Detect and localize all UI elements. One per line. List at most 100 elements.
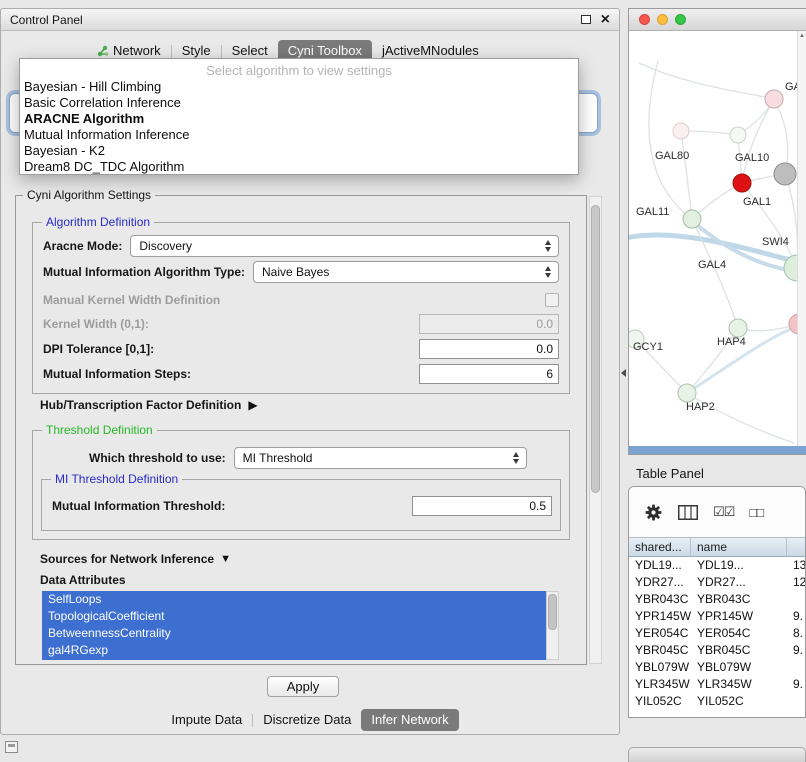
tab-infer-network[interactable]: Infer Network [361, 709, 458, 731]
table-body: YDL19... YDL19... 13 YDR27... YDR27... 1… [629, 557, 805, 710]
data-attributes-list[interactable]: SelfLoops TopologicalCoefficient Between… [42, 591, 546, 660]
expand-right-icon: ▶ [248, 398, 257, 412]
node-label-gal80[interactable]: GAL80 [655, 150, 689, 162]
node-label-gal10[interactable]: GAL10 [735, 152, 769, 164]
control-panel-title: Control Panel [10, 13, 83, 27]
panel-splitter[interactable] [620, 8, 628, 735]
node-label-hap4[interactable]: HAP4 [717, 336, 746, 348]
expand-down-icon: ▼ [220, 553, 231, 565]
tab-label: Discretize Data [263, 712, 351, 727]
attributes-scrollbar[interactable] [546, 591, 559, 660]
zoom-window-icon[interactable] [675, 14, 686, 25]
attribute-list-item[interactable]: TopologicalCoefficient [42, 608, 546, 625]
table-row[interactable]: YDL19... YDL19... 13 [629, 557, 805, 574]
mi-threshold-group: MI Threshold Definition Mutual Informati… [41, 479, 561, 531]
dropdown-item-mutual-information[interactable]: Mutual Information Inference [20, 127, 578, 143]
table-row[interactable]: YDR27... YDR27... 12 [629, 574, 805, 591]
control-panel-titlebar[interactable]: Control Panel × [1, 9, 619, 31]
kernel-width-field [419, 314, 559, 334]
table-row[interactable]: YBL079W YBL079W [629, 659, 805, 676]
tab-label: Cyni Toolbox [288, 43, 362, 58]
column-header-shared-name[interactable]: shared... [629, 538, 691, 556]
attribute-list-item[interactable]: gal4RGexp [42, 642, 546, 659]
network-scrollbar[interactable]: ▲ [797, 31, 806, 446]
table-row[interactable]: YIL052C YIL052C [629, 693, 805, 710]
combo-arrows-icon [545, 240, 551, 252]
network-tab-icon [97, 45, 109, 57]
mi-type-select[interactable]: Naive Bayes [253, 261, 559, 283]
gear-icon[interactable] [644, 503, 663, 522]
cell-shared-name: YBR043C [629, 591, 691, 608]
column-header-extra[interactable] [787, 538, 805, 556]
table-row[interactable]: YER054C YER054C 8. [629, 625, 805, 642]
hub-definition-label: Hub/Transcription Factor Definition [40, 398, 241, 412]
dropdown-item-bayesian-hill-climbing[interactable]: Bayesian - Hill Climbing [20, 79, 578, 95]
control-panel-window: Control Panel × Network Style Select [0, 8, 620, 735]
tab-impute-data[interactable]: Impute Data [161, 709, 252, 731]
node-label-gal11[interactable]: GAL11 [636, 206, 669, 218]
threshold-type-value: MI Threshold [243, 451, 507, 465]
hub-definition-expander[interactable]: Hub/Transcription Factor Definition ▶ [40, 398, 258, 412]
node-label-gal4[interactable]: GAL4 [698, 259, 726, 271]
cell-extra: 9. [787, 676, 805, 693]
scrollbar-thumb[interactable] [548, 594, 557, 630]
node-label-swi4[interactable]: SWI4 [762, 236, 789, 248]
collapsed-panel-bar[interactable] [628, 747, 806, 762]
dpi-tolerance-field[interactable] [419, 339, 559, 359]
attribute-list-item[interactable]: SelfLoops [42, 591, 546, 608]
table-row[interactable]: YBR045C YBR045C 9. [629, 642, 805, 659]
aracne-mode-select[interactable]: Discovery [130, 235, 559, 257]
collapse-left-icon[interactable] [621, 369, 626, 377]
dpi-tolerance-label: DPI Tolerance [0,1]: [43, 342, 154, 356]
cell-name: YPR145W [691, 608, 787, 625]
close-panel-icon[interactable]: × [601, 12, 610, 28]
cell-shared-name: YIL052C [629, 693, 691, 710]
cell-extra: 12 [787, 574, 805, 591]
scrollbar-thumb[interactable] [591, 205, 600, 493]
minimize-window-icon[interactable] [657, 14, 668, 25]
sources-expander[interactable]: Sources for Network Inference ▼ [40, 552, 231, 566]
mi-steps-field[interactable] [419, 364, 559, 384]
dropdown-item-aracne[interactable]: ARACNE Algorithm [20, 111, 578, 127]
select-columns-icon[interactable] [678, 505, 698, 520]
apply-button[interactable]: Apply [267, 676, 339, 697]
combo-arrows-icon [513, 452, 519, 464]
node-label-gcy1[interactable]: GCY1 [633, 341, 663, 353]
cell-shared-name: YLR345W [629, 676, 691, 693]
cell-shared-name: YBL079W [629, 659, 691, 676]
dropdown-item-dream8[interactable]: Dream8 DC_TDC Algorithm [20, 159, 578, 175]
table-row[interactable]: YBR043C YBR043C [629, 591, 805, 608]
cell-shared-name: YBR045C [629, 642, 691, 659]
mi-threshold-field[interactable] [412, 496, 552, 516]
table-row[interactable]: YLR345W YLR345W 9. [629, 676, 805, 693]
cell-name: YER054C [691, 625, 787, 642]
dropdown-item-basic-correlation[interactable]: Basic Correlation Inference [20, 95, 578, 111]
deselect-all-rows-icon[interactable]: □□ [749, 505, 763, 520]
cell-extra [787, 659, 805, 676]
scroll-up-icon[interactable]: ▲ [798, 31, 806, 39]
network-window-titlebar[interactable] [629, 9, 806, 31]
close-window-icon[interactable] [639, 14, 650, 25]
column-header-name[interactable]: name [691, 538, 787, 556]
node-label-gal1[interactable]: GAL1 [743, 196, 771, 208]
cell-name: YBR045C [691, 642, 787, 659]
attribute-list-item[interactable]: BetweennessCentrality [42, 625, 546, 642]
tab-discretize-data[interactable]: Discretize Data [253, 709, 361, 731]
select-all-rows-icon[interactable]: ☑☑ [713, 504, 734, 520]
table-toolbar: ☑☑ □□ [629, 487, 805, 537]
mi-threshold-group-title: MI Threshold Definition [51, 472, 182, 486]
manual-kernel-checkbox[interactable] [545, 293, 559, 307]
threshold-type-select[interactable]: MI Threshold [234, 447, 527, 469]
table-row[interactable]: YPR145W YPR145W 9. [629, 608, 805, 625]
table-panel-title: Table Panel [636, 466, 704, 481]
cell-shared-name: YDL19... [629, 557, 691, 574]
cell-shared-name: YDR27... [629, 574, 691, 591]
cell-shared-name: YER054C [629, 625, 691, 642]
restore-panel-icon[interactable] [5, 741, 18, 753]
node-label-hap2[interactable]: HAP2 [686, 401, 715, 413]
network-canvas[interactable]: GAL80 GAL10 GAL11 GAL1 SWI4 GAL4 GCY1 HA… [629, 31, 806, 446]
cell-extra: 9. [787, 642, 805, 659]
dropdown-item-bayesian-k2[interactable]: Bayesian - K2 [20, 143, 578, 159]
settings-scrollbar[interactable] [589, 196, 602, 664]
float-panel-icon[interactable] [581, 15, 591, 24]
